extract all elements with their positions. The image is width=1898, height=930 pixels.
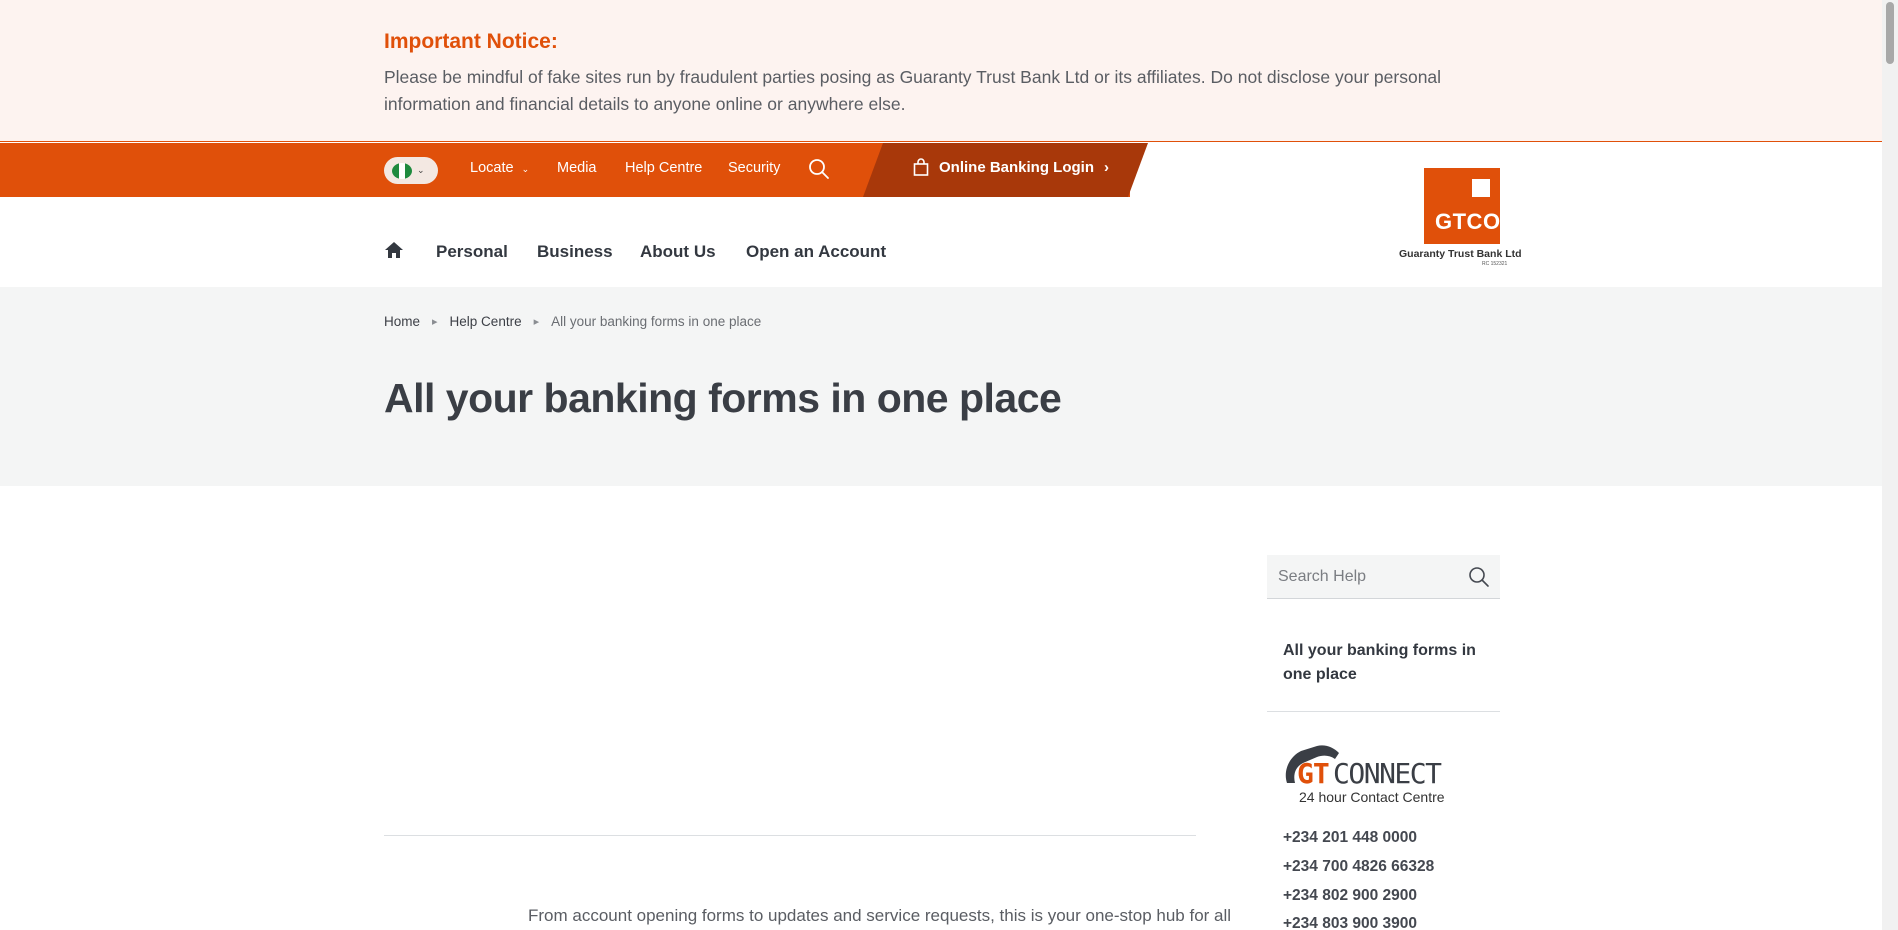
breadcrumb-home[interactable]: Home — [384, 314, 420, 329]
media-link[interactable]: Media — [557, 160, 597, 176]
nav-personal[interactable]: Personal — [436, 242, 508, 262]
notice-title: Important Notice: — [384, 30, 558, 53]
chevron-right-icon: › — [1104, 158, 1109, 176]
search-icon[interactable] — [1468, 566, 1490, 588]
chevron-right-icon: ▸ — [432, 316, 438, 328]
gtconnect-gt: GT — [1297, 757, 1330, 790]
nav-about-us[interactable]: About Us — [640, 242, 716, 262]
logo-text: GTCO — [1435, 209, 1501, 234]
intro-text: From account opening forms to updates an… — [528, 906, 1232, 925]
sidebar-divider — [1267, 711, 1500, 712]
locate-link[interactable]: Locate ⌄ — [470, 160, 529, 176]
nigeria-flag-icon — [392, 162, 412, 179]
notice-body: Please be mindful of fake sites run by f… — [384, 67, 1442, 114]
sidebar-link-banking-forms[interactable]: All your banking forms in one place — [1283, 639, 1478, 687]
logo-caption: Guaranty Trust Bank Ltd — [1399, 248, 1522, 260]
help-search-input[interactable] — [1267, 555, 1467, 599]
gtconnect-logo: GT CONNECT 24 hour Contact Centre — [1283, 743, 1461, 805]
home-icon[interactable] — [384, 240, 404, 260]
locate-label: Locate — [470, 160, 514, 176]
important-notice-banner: Important Notice: Please be mindful of f… — [0, 0, 1882, 142]
scrollbar-thumb[interactable] — [1886, 2, 1894, 64]
chevron-right-icon: ▸ — [533, 316, 540, 328]
phone-number[interactable]: +234 802 900 2900 — [1283, 887, 1417, 905]
breadcrumb: Home ▸ Help Centre ▸ All your banking fo… — [384, 314, 761, 329]
chevron-down-icon: ⌄ — [521, 164, 530, 174]
login-label: Online Banking Login — [939, 158, 1094, 176]
gtconnect-connect: CONNECT — [1333, 757, 1442, 790]
page-scrollbar[interactable] — [1882, 0, 1898, 930]
help-centre-link[interactable]: Help Centre — [625, 160, 702, 176]
online-banking-login-button[interactable]: Online Banking Login › — [913, 158, 1109, 176]
breadcrumb-help-centre[interactable]: Help Centre — [450, 314, 522, 329]
chevron-down-icon: ⌄ — [417, 165, 425, 175]
nav-open-an-account[interactable]: Open an Account — [746, 242, 886, 262]
phone-number[interactable]: +234 201 448 0000 — [1283, 829, 1417, 847]
help-search-box — [1267, 555, 1500, 599]
gtco-logo[interactable]: GTCO — [1424, 168, 1500, 244]
logo-square — [1472, 179, 1490, 197]
logo-rc-number: RC 152321 — [1482, 261, 1508, 267]
page-title: All your banking forms in one place — [384, 375, 1062, 421]
gtconnect-subtitle: 24 hour Contact Centre — [1299, 789, 1445, 805]
bag-icon — [913, 158, 929, 176]
search-icon[interactable] — [808, 158, 830, 180]
security-link[interactable]: Security — [728, 160, 780, 176]
country-selector[interactable]: ⌄ — [384, 157, 438, 184]
content-divider — [384, 835, 1196, 836]
phone-number[interactable]: +234 803 900 3900 — [1283, 915, 1417, 930]
breadcrumb-current: All your banking forms in one place — [551, 314, 762, 329]
nav-business[interactable]: Business — [537, 242, 613, 262]
phone-number[interactable]: +234 700 4826 66328 — [1283, 858, 1434, 876]
